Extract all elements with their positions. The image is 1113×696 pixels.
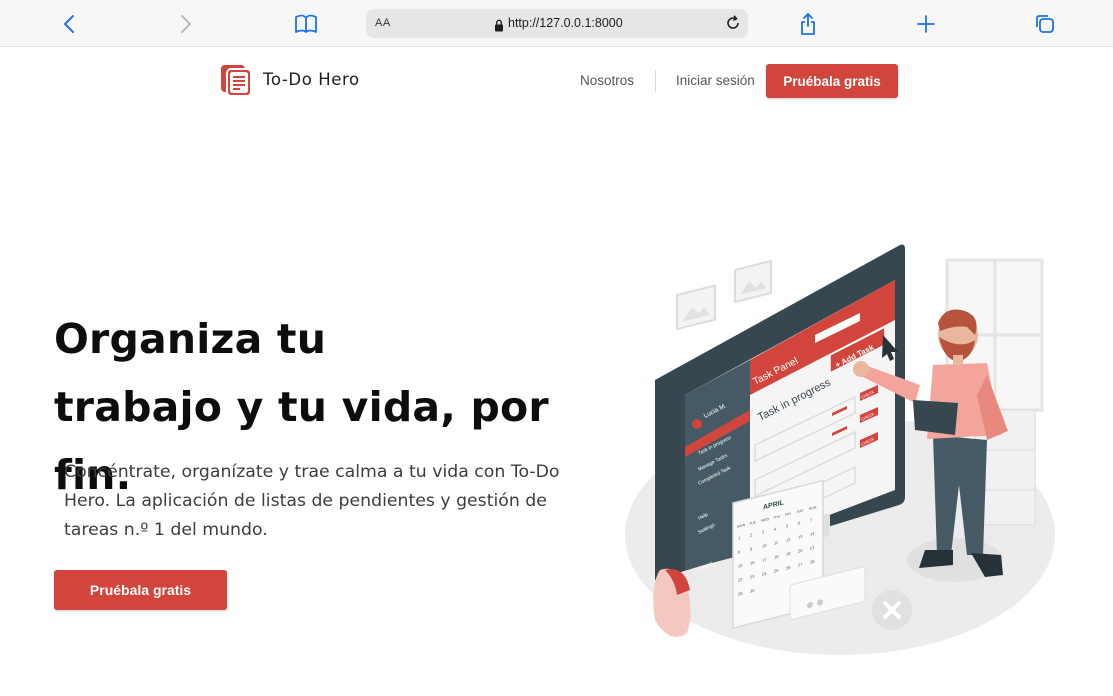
chevron-right-icon[interactable] — [172, 10, 200, 38]
hero-title-line-1: Organiza tu — [54, 315, 327, 363]
plant-pot — [653, 568, 691, 637]
tabs-icon[interactable] — [1031, 10, 1059, 38]
close-icon — [872, 590, 912, 630]
wall-frame-icon — [676, 284, 716, 331]
header-try-free-button[interactable]: Pruébala gratis — [766, 64, 898, 98]
wall-frame-icon — [734, 259, 772, 304]
site-header: To-Do Hero Nosotros Iniciar sesión Pruéb… — [0, 48, 1113, 114]
book-icon[interactable] — [292, 10, 320, 38]
reader-text-size-button[interactable]: AA — [375, 17, 391, 29]
hero-try-free-button[interactable]: Pruébala gratis — [54, 570, 227, 610]
browser-toolbar: AA http://127.0.0.1:8000 — [0, 0, 1113, 47]
address-bar[interactable]: AA http://127.0.0.1:8000 — [366, 9, 748, 38]
reload-icon[interactable] — [724, 14, 742, 36]
lock-icon — [494, 17, 504, 36]
address-url: http://127.0.0.1:8000 — [508, 16, 623, 30]
hero-subtitle: Concéntrate, organízate y trae calma a t… — [64, 462, 560, 540]
share-icon[interactable] — [794, 10, 822, 38]
chevron-left-icon[interactable] — [55, 10, 83, 38]
brand-name[interactable]: To-Do Hero — [263, 70, 360, 89]
notepad-icon[interactable] — [220, 64, 254, 98]
hero-illustration: Task Panel Task in progress Lucia M. Tas… — [615, 235, 1075, 665]
plus-icon[interactable] — [912, 10, 940, 38]
nav-divider — [655, 70, 656, 92]
tablet — [913, 400, 958, 435]
nav-link-login[interactable]: Iniciar sesión — [676, 73, 755, 88]
nav-link-about[interactable]: Nosotros — [580, 73, 634, 88]
